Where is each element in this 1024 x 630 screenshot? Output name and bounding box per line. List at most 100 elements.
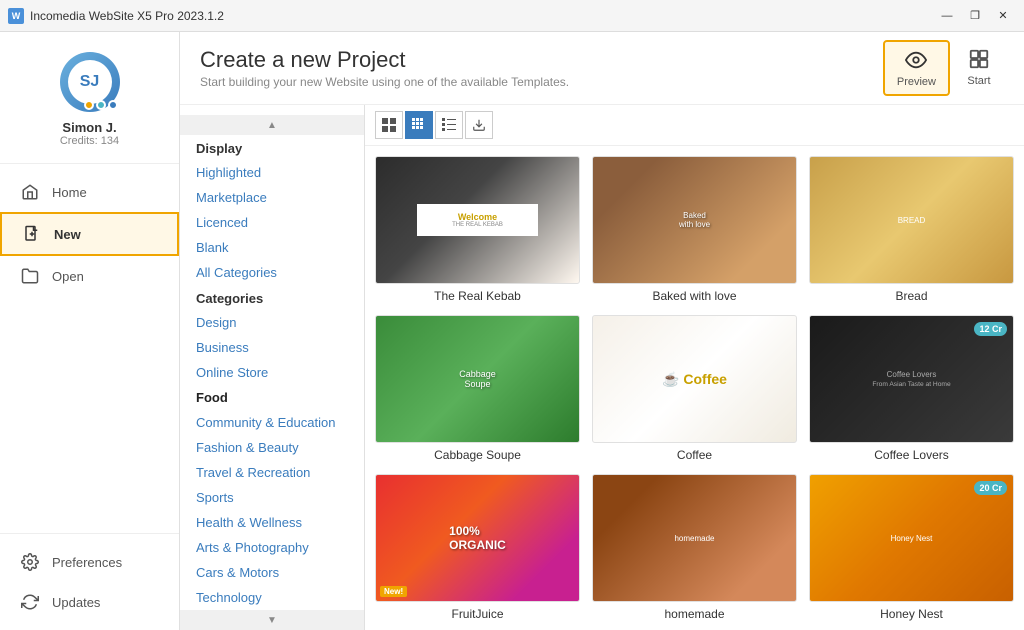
sidebar-item-home[interactable]: Home bbox=[0, 172, 179, 212]
sidebar-bottom: Preferences Updates bbox=[0, 533, 179, 630]
template-name-real-kebab: The Real Kebab bbox=[375, 289, 580, 303]
arrow-right-icon bbox=[967, 47, 991, 71]
avatar-initials: SJ bbox=[80, 73, 100, 91]
sidebar-item-label-open: Open bbox=[52, 269, 84, 284]
filter-scroll-up[interactable]: ▲ bbox=[180, 115, 364, 135]
toolbar: Create a new Project Start building your… bbox=[180, 32, 1024, 105]
template-name-bread: Bread bbox=[809, 289, 1014, 303]
folder-open-icon bbox=[20, 266, 40, 286]
template-card-bread[interactable]: BREAD Bread bbox=[809, 156, 1014, 303]
sidebar-item-open[interactable]: Open bbox=[0, 256, 179, 296]
start-button[interactable]: Start bbox=[954, 40, 1004, 96]
window-controls: — ❐ ✕ bbox=[934, 6, 1016, 26]
home-icon bbox=[20, 182, 40, 202]
title-bar-text: Incomedia WebSite X5 Pro 2023.1.2 bbox=[30, 9, 928, 23]
import-button[interactable] bbox=[465, 111, 493, 139]
sidebar-item-label-updates: Updates bbox=[52, 595, 100, 610]
sidebar-item-preferences[interactable]: Preferences bbox=[0, 542, 179, 582]
avatar-badge-blue bbox=[108, 100, 118, 110]
filter-marketplace[interactable]: Marketplace bbox=[180, 185, 364, 210]
template-name-fruitjuice: FruitJuice bbox=[375, 607, 580, 621]
template-thumb-honeynest: Honey Nest 20 Cr bbox=[809, 474, 1014, 602]
template-name-coffeelovers: Coffee Lovers bbox=[809, 448, 1014, 462]
categories-section-title: Categories bbox=[180, 285, 364, 310]
template-name-homemade: homemade bbox=[592, 607, 797, 621]
view-grid-medium[interactable] bbox=[405, 111, 433, 139]
file-new-icon bbox=[22, 224, 42, 244]
title-bar: W Incomedia WebSite X5 Pro 2023.1.2 — ❐ … bbox=[0, 0, 1024, 32]
avatar: SJ bbox=[60, 52, 120, 112]
template-card-fruitjuice[interactable]: 100%ORGANIC New! FruitJuice bbox=[375, 474, 580, 621]
page-title: Create a new Project bbox=[200, 47, 569, 73]
template-name-baked: Baked with love bbox=[592, 289, 797, 303]
template-card-honeynest[interactable]: Honey Nest 20 Cr Honey Nest bbox=[809, 474, 1014, 621]
maximize-button[interactable]: ❐ bbox=[962, 6, 988, 26]
credits-label: Credits: 134 bbox=[60, 135, 119, 147]
filter-blank[interactable]: Blank bbox=[180, 235, 364, 260]
template-badge-honeynest: 20 Cr bbox=[974, 481, 1007, 495]
filter-travel-recreation[interactable]: Travel & Recreation bbox=[180, 460, 364, 485]
filter-fashion-beauty[interactable]: Fashion & Beauty bbox=[180, 435, 364, 460]
filter-health-wellness[interactable]: Health & Wellness bbox=[180, 510, 364, 535]
template-card-real-kebab[interactable]: Welcome THE REAL KEBAB The Real Kebab bbox=[375, 156, 580, 303]
app-icon: W bbox=[8, 8, 24, 24]
toolbar-buttons: Preview Start bbox=[883, 40, 1004, 96]
template-thumb-coffeelovers: Coffee LoversFrom Asian Taste at Home 12… bbox=[809, 315, 1014, 443]
sidebar-item-label-home: Home bbox=[52, 185, 87, 200]
filter-sports[interactable]: Sports bbox=[180, 485, 364, 510]
user-section: SJ Simon J. Credits: 134 bbox=[0, 32, 179, 164]
filter-scroll-down[interactable]: ▼ bbox=[180, 610, 364, 630]
close-button[interactable]: ✕ bbox=[990, 6, 1016, 26]
template-thumb-real-kebab: Welcome THE REAL KEBAB bbox=[375, 156, 580, 284]
display-section-title: Display bbox=[180, 135, 364, 160]
app-body: SJ Simon J. Credits: 134 bbox=[0, 32, 1024, 630]
refresh-icon bbox=[20, 592, 40, 612]
sidebar-item-updates[interactable]: Updates bbox=[0, 582, 179, 622]
filter-all-categories[interactable]: All Categories bbox=[180, 260, 364, 285]
filter-online-store[interactable]: Online Store bbox=[180, 360, 364, 385]
template-name-honeynest: Honey Nest bbox=[809, 607, 1014, 621]
template-card-coffee[interactable]: ☕ Coffee Coffee bbox=[592, 315, 797, 462]
username: Simon J. bbox=[62, 120, 116, 135]
template-card-cabbage[interactable]: CabbageSoupe Cabbage Soupe bbox=[375, 315, 580, 462]
filter-highlighted[interactable]: Highlighted bbox=[180, 160, 364, 185]
filter-design[interactable]: Design bbox=[180, 310, 364, 335]
filter-technology[interactable]: Technology bbox=[180, 585, 364, 610]
template-thumb-cabbage: CabbageSoupe bbox=[375, 315, 580, 443]
template-card-coffeelovers[interactable]: Coffee LoversFrom Asian Taste at Home 12… bbox=[809, 315, 1014, 462]
template-card-baked[interactable]: Bakedwith love Baked with love bbox=[592, 156, 797, 303]
minimize-button[interactable]: — bbox=[934, 6, 960, 26]
sidebar-item-label-new: New bbox=[54, 227, 81, 242]
view-list[interactable] bbox=[435, 111, 463, 139]
template-name-cabbage: Cabbage Soupe bbox=[375, 448, 580, 462]
template-thumb-homemade: homemade bbox=[592, 474, 797, 602]
avatar-badge-yellow bbox=[84, 100, 94, 110]
filter-community-education[interactable]: Community & Education bbox=[180, 410, 364, 435]
filter-business[interactable]: Business bbox=[180, 335, 364, 360]
gear-icon bbox=[20, 552, 40, 572]
template-thumb-bread: BREAD bbox=[809, 156, 1014, 284]
template-thumb-baked: Bakedwith love bbox=[592, 156, 797, 284]
filter-panel: ▲ Display Highlighted Marketplace Licenc… bbox=[180, 105, 365, 630]
templates-area: Welcome THE REAL KEBAB The Real Kebab Ba… bbox=[365, 105, 1024, 630]
content-area: ▲ Display Highlighted Marketplace Licenc… bbox=[180, 105, 1024, 630]
filter-arts-photography[interactable]: Arts & Photography bbox=[180, 535, 364, 560]
preview-button[interactable]: Preview bbox=[883, 40, 950, 96]
view-grid-large[interactable] bbox=[375, 111, 403, 139]
view-toggles bbox=[365, 105, 1024, 146]
eye-icon bbox=[904, 48, 928, 72]
nav-items: Home New bbox=[0, 164, 179, 533]
template-name-coffee: Coffee bbox=[592, 448, 797, 462]
filter-cars-motors[interactable]: Cars & Motors bbox=[180, 560, 364, 585]
sidebar-item-label-preferences: Preferences bbox=[52, 555, 122, 570]
template-badge-coffeelovers: 12 Cr bbox=[974, 322, 1007, 336]
template-thumb-coffee: ☕ Coffee bbox=[592, 315, 797, 443]
filter-licenced[interactable]: Licenced bbox=[180, 210, 364, 235]
sidebar: SJ Simon J. Credits: 134 bbox=[0, 32, 180, 630]
templates-grid: Welcome THE REAL KEBAB The Real Kebab Ba… bbox=[365, 146, 1024, 630]
sidebar-item-new[interactable]: New bbox=[0, 212, 179, 256]
page-subtitle: Start building your new Website using on… bbox=[200, 75, 569, 89]
template-card-homemade[interactable]: homemade homemade bbox=[592, 474, 797, 621]
filter-food[interactable]: Food bbox=[180, 385, 364, 410]
template-thumb-fruitjuice: 100%ORGANIC New! bbox=[375, 474, 580, 602]
